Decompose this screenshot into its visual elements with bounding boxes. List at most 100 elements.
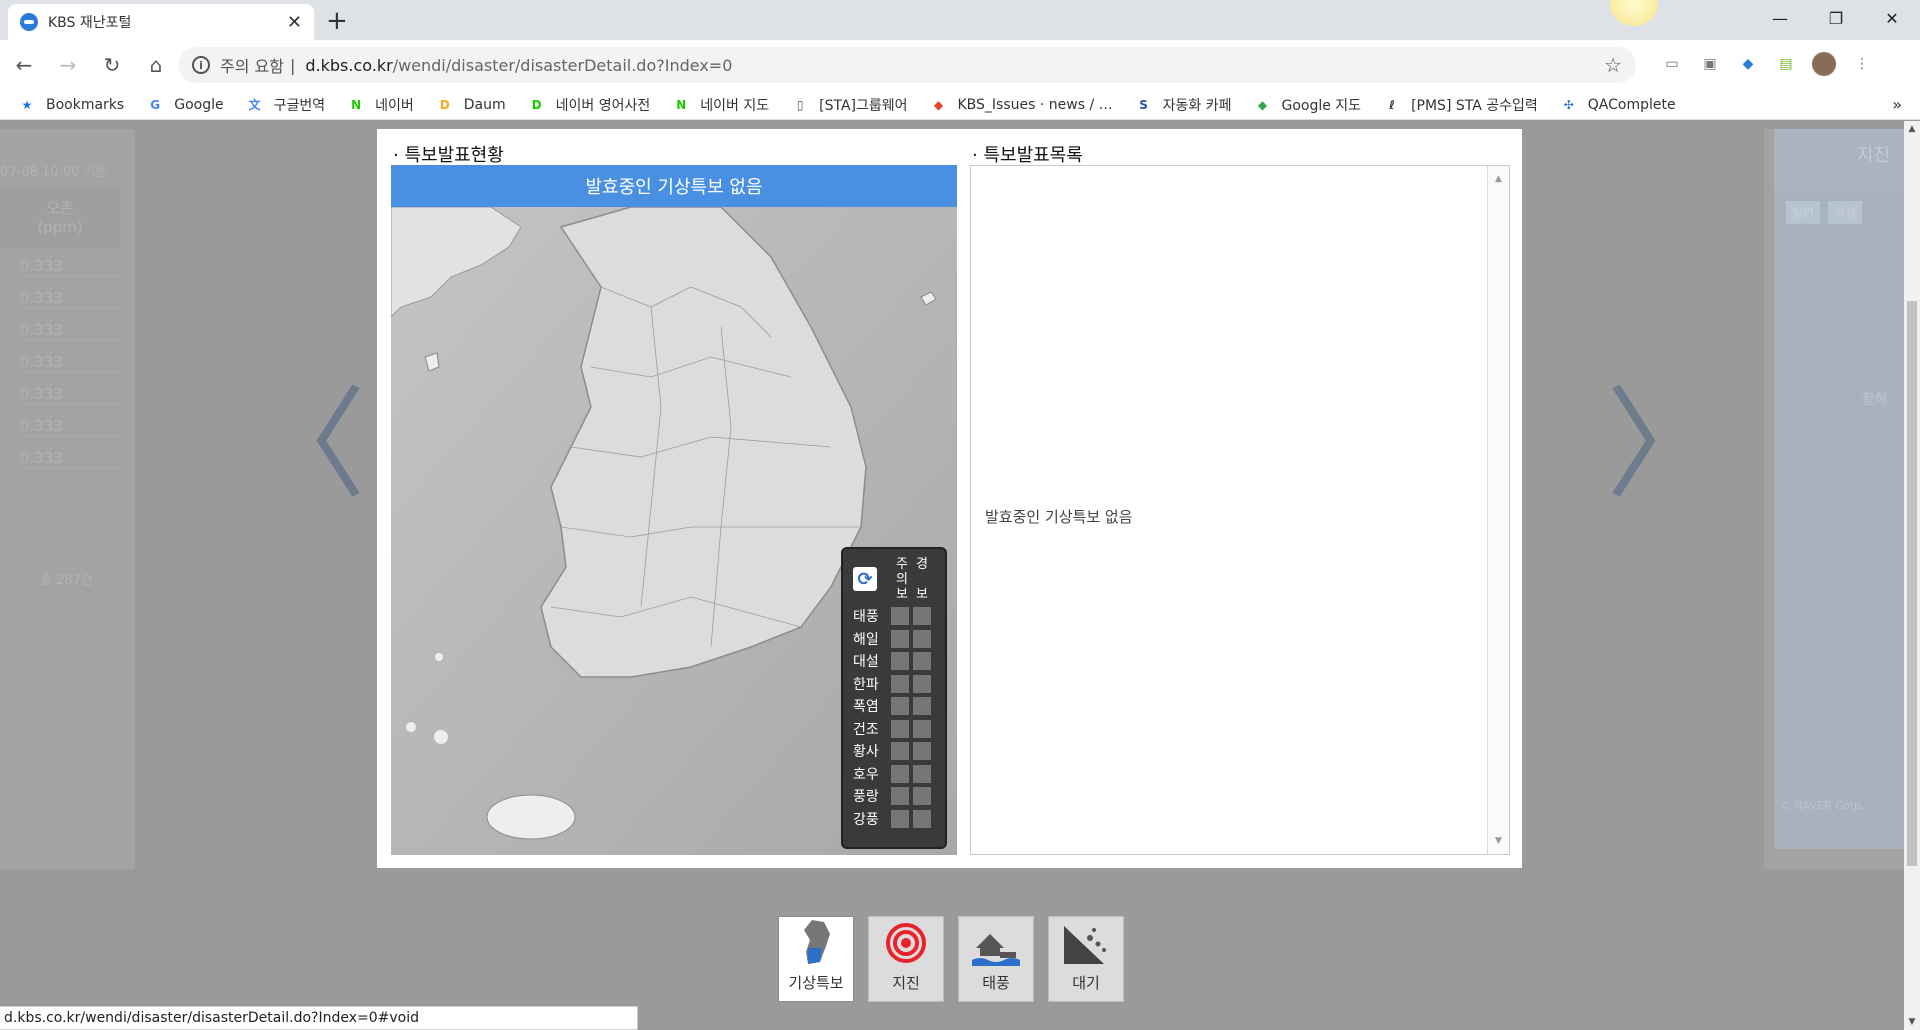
legend-label: 호우 <box>853 766 879 783</box>
legend-label: 한파 <box>853 676 879 693</box>
legend-warning-swatch <box>913 719 931 738</box>
legend-caution-swatch <box>891 697 909 715</box>
list-scrollbar[interactable]: ▲ ▼ <box>1487 166 1509 854</box>
translate-icon: 文 <box>248 98 261 112</box>
new-tab-button[interactable]: + <box>326 6 348 36</box>
legend-label: 황사 <box>853 744 879 760</box>
scroll-up-icon[interactable]: ▲ <box>1904 121 1920 137</box>
pms-icon: ℓ <box>1389 97 1395 112</box>
sun-decoration <box>1610 0 1658 26</box>
bookmark-item[interactable]: ✣ QAComplete <box>1560 96 1676 114</box>
bookmark-label: Google <box>174 96 224 113</box>
browser-tab[interactable]: KBS 재난포털 ✕ <box>8 4 314 40</box>
page-viewport: 07-08 10:00 기준 오존 (ppm) 0.333 0.333 0.333 0… <box>0 121 1904 1030</box>
legend-warning-swatch <box>913 764 931 783</box>
legend-caution-swatch <box>891 607 909 625</box>
bookmark-label: [PMS] STA 공수입력 <box>1411 97 1538 114</box>
prev-arrow-button[interactable]: 〈 <box>246 386 366 506</box>
bookmark-item[interactable]: 文 구글번역 <box>246 95 326 115</box>
scroll-up-icon[interactable]: ▲ <box>1488 170 1509 188</box>
dict-icon: D <box>531 97 542 112</box>
close-window-button[interactable]: ✕ <box>1864 0 1920 36</box>
scroll-down-icon[interactable]: ▼ <box>1488 832 1509 850</box>
legend-label: 해일 <box>853 631 879 648</box>
menu-button-earthquake[interactable]: 지진 <box>868 916 944 1002</box>
legend-row: 해일 <box>853 628 935 650</box>
bookmark-label: 구글번역 <box>273 97 326 114</box>
legend-header-char: 경 <box>916 557 928 572</box>
map-header: 발효중인 기상특보 없음 <box>391 165 957 207</box>
star-icon: ★ <box>21 97 33 112</box>
legend-row: 한파 <box>853 673 935 695</box>
bookmark-item[interactable]: G Google <box>146 96 223 114</box>
address-bar[interactable]: i 주의 요함 | d.kbs.co.kr /wendi/disaster/di… <box>178 47 1636 83</box>
refresh-icon[interactable]: ⟳ <box>853 567 877 591</box>
bookmark-label: QAComplete <box>1587 96 1676 113</box>
legend-caution-swatch <box>891 742 909 760</box>
extension-icon[interactable]: ▣ <box>1698 52 1722 76</box>
bookmark-item[interactable]: ℓ [PMS] STA 공수입력 <box>1383 95 1538 115</box>
legend-label: 건조 <box>853 721 879 738</box>
extension-icon[interactable]: ▭ <box>1660 52 1684 76</box>
bookmark-item[interactable]: S 자동화 카페 <box>1135 95 1231 115</box>
menu-button-flood-house[interactable]: 태풍 <box>958 916 1034 1002</box>
legend-caution-swatch <box>891 787 909 805</box>
extension-icon[interactable]: ◆ <box>1736 52 1760 76</box>
legend-row: 태풍 <box>853 605 935 627</box>
bookmark-label: 네이버 <box>375 97 414 114</box>
profile-avatar[interactable] <box>1812 52 1836 76</box>
ghost-value: 0.333 <box>20 449 120 468</box>
forward-button[interactable]: → <box>48 45 88 85</box>
minimize-button[interactable]: — <box>1752 0 1808 36</box>
menu-button-korea-map[interactable]: 기상특보 <box>778 916 854 1002</box>
bookmark-label: KBS_Issues · news / … <box>957 96 1113 113</box>
home-button[interactable]: ⌂ <box>136 45 176 85</box>
bookmark-item[interactable]: ▯ [STA]그룹웨어 <box>791 95 908 115</box>
legend-row: 폭염 <box>853 695 935 717</box>
bookmark-item[interactable]: ◆ KBS_Issues · news / … <box>930 96 1113 114</box>
bookmark-label: Bookmarks <box>46 96 125 113</box>
scroll-down-icon[interactable]: ▼ <box>1904 1014 1920 1030</box>
legend-label: 대설 <box>853 654 879 670</box>
menu-button-landslide[interactable]: 대기 <box>1048 916 1124 1002</box>
bookmark-item[interactable]: ★ Bookmarks <box>18 96 125 114</box>
bookmark-item[interactable]: D 네이버 영어사전 <box>528 95 651 115</box>
restore-button[interactable]: ❐ <box>1808 0 1864 36</box>
legend-warning-swatch <box>913 787 931 805</box>
omnibox-separator: | <box>289 55 296 75</box>
bookmark-item[interactable]: N 네이버 지도 <box>672 95 769 115</box>
legend-warning-swatch <box>913 674 931 693</box>
bookmark-item[interactable]: N 네이버 <box>347 95 414 115</box>
legend-header-char: 보 <box>916 587 928 602</box>
legend-caution-swatch <box>891 652 909 670</box>
bookmark-star-icon[interactable]: ☆ <box>1604 53 1622 77</box>
jeju-island <box>486 794 576 840</box>
tab-strip: KBS 재난포털 ✕ + — ❐ ✕ <box>0 0 1920 40</box>
bookmark-item[interactable]: D Daum <box>436 96 506 114</box>
bookmark-label: 네이버 지도 <box>700 97 770 114</box>
reload-button[interactable]: ↻ <box>92 45 132 85</box>
list-section-title: · 특보발표목록 <box>972 145 1083 166</box>
list-empty-message: 발효중인 기상특보 없음 <box>985 508 1133 526</box>
page-scrollbar[interactable]: ▲ ▼ <box>1904 121 1920 1030</box>
close-tab-icon[interactable]: ✕ <box>287 12 302 33</box>
bookmark-label: Daum <box>463 96 506 113</box>
chrome-menu-icon[interactable]: ⋮ <box>1850 52 1874 76</box>
next-arrow-button[interactable]: 〉 <box>1606 386 1726 506</box>
menu-label: 태풍 <box>982 974 1010 992</box>
islet <box>435 653 443 661</box>
islet <box>406 722 416 732</box>
bookmark-item[interactable]: ◆ Google 지도 <box>1253 95 1361 115</box>
legend-header-char: 주 <box>896 557 908 572</box>
legend-warning-swatch <box>913 742 931 760</box>
legend-warning-header: 경보 <box>915 557 929 602</box>
ghost-time: 07-08 10:00 기준 <box>0 165 108 180</box>
bookmarks-overflow-button[interactable]: » <box>1892 95 1902 114</box>
extension-icon[interactable]: ▤ <box>1774 52 1798 76</box>
disaster-detail-panel: · 특보발표현황 · 특보발표목록 발효중인 기상특보 없음 ⟳ 주 의 보 경… <box>377 129 1522 868</box>
site-info-icon[interactable]: i <box>192 56 210 74</box>
legend-warning-swatch <box>913 809 931 828</box>
back-button[interactable]: ← <box>4 45 44 85</box>
scroll-thumb[interactable] <box>1907 301 1917 866</box>
warning-list[interactable]: 발효중인 기상특보 없음 ▲ ▼ <box>970 165 1510 855</box>
